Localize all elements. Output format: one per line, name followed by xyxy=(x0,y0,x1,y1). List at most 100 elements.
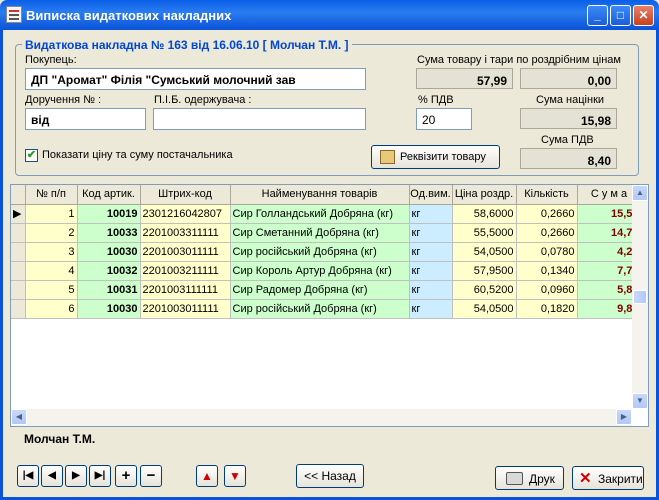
close-button[interactable]: ✕ Закрити xyxy=(572,466,644,490)
cell-code[interactable]: 10033 xyxy=(77,223,141,243)
cell-barcode[interactable]: 2201003211111 xyxy=(140,261,231,281)
add-record-button[interactable]: + xyxy=(115,465,137,487)
row-indicator xyxy=(11,299,26,319)
show-supplier-price-checkbox[interactable]: ✔ xyxy=(25,149,38,162)
table-row[interactable]: 6 10030 2201003011111 Сир російський Доб… xyxy=(11,299,642,319)
table-row[interactable]: 5 10031 2201003111111 Сир Радомер Добрян… xyxy=(11,280,642,300)
delete-record-button[interactable]: − xyxy=(140,465,162,487)
cell-num[interactable]: 3 xyxy=(25,242,78,262)
close-icon: ✕ xyxy=(638,8,649,22)
cell-price[interactable]: 60,5200 xyxy=(452,280,517,300)
cell-unit[interactable]: кг xyxy=(409,223,453,243)
cell-name[interactable]: Сир Радомер Добряна (кг) xyxy=(230,280,410,300)
next-record-button[interactable]: ▶ xyxy=(65,465,87,487)
cell-name[interactable]: Сир Голландський Добряна (кг) xyxy=(230,204,410,224)
table-row[interactable]: 2 10033 2201003311111 Сир Сметанний Добр… xyxy=(11,223,642,243)
last-record-button[interactable]: ▶| xyxy=(89,465,111,487)
scroll-up-icon[interactable]: ▲ xyxy=(632,185,648,201)
recipient-field[interactable] xyxy=(153,108,366,130)
cell-price[interactable]: 57,9500 xyxy=(452,261,517,281)
scroll-left-icon[interactable]: ◀ xyxy=(11,409,27,425)
move-up-button[interactable]: ▲ xyxy=(196,465,218,487)
cell-unit[interactable]: кг xyxy=(409,280,453,300)
first-record-button[interactable]: |◀ xyxy=(17,465,39,487)
col-header-price[interactable]: Ціна роздр. xyxy=(452,185,517,205)
cell-unit[interactable]: кг xyxy=(409,204,453,224)
cell-barcode[interactable]: 2301216042807 xyxy=(140,204,231,224)
table-row[interactable]: 4 10032 2201003211111 Сир Король Артур Д… xyxy=(11,261,642,281)
proxy-label: Доручення № : xyxy=(25,94,102,106)
requisites-button[interactable]: Реквізити товару xyxy=(371,145,500,169)
vat-sum-label: Сума ПДВ xyxy=(541,134,594,146)
cell-price[interactable]: 55,5000 xyxy=(452,223,517,243)
maximize-icon: □ xyxy=(616,8,625,22)
row-indicator xyxy=(11,242,26,262)
col-header-code[interactable]: Код артик. xyxy=(77,185,141,205)
print-button-label: Друк xyxy=(529,472,555,486)
cell-code[interactable]: 10032 xyxy=(77,261,141,281)
col-header-name[interactable]: Найменування товарів xyxy=(230,185,410,205)
close-window-button[interactable]: ✕ xyxy=(633,5,654,26)
vertical-scroll-thumb[interactable] xyxy=(633,290,647,304)
vat-pct-field[interactable]: 20 xyxy=(416,108,472,130)
cell-qty[interactable]: 0,1820 xyxy=(516,299,578,319)
sum-label: Сума товару і тари по роздрібним цінам xyxy=(417,54,621,66)
cell-unit[interactable]: кг xyxy=(409,261,453,281)
print-button[interactable]: Друк xyxy=(495,466,564,490)
scroll-right-icon[interactable]: ▶ xyxy=(616,409,632,425)
sum-goods-field: 57,99 xyxy=(416,68,513,89)
maximize-button[interactable]: □ xyxy=(610,5,631,26)
cell-code[interactable]: 10030 xyxy=(77,299,141,319)
cell-code[interactable]: 10019 xyxy=(77,204,141,224)
cell-barcode[interactable]: 2201003011111 xyxy=(140,299,231,319)
arrow-up-icon: ▲ xyxy=(201,469,213,483)
current-row-indicator: ▶ xyxy=(11,204,26,224)
cell-barcode[interactable]: 2201003111111 xyxy=(140,280,231,300)
cell-unit[interactable]: кг xyxy=(409,242,453,262)
scroll-down-icon[interactable]: ▼ xyxy=(632,393,648,409)
row-indicator xyxy=(11,261,26,281)
cell-name[interactable]: Сир Король Артур Добряна (кг) xyxy=(230,261,410,281)
cell-qty[interactable]: 0,1340 xyxy=(516,261,578,281)
cell-price[interactable]: 54,0500 xyxy=(452,242,517,262)
row-indicator xyxy=(11,280,26,300)
last-icon: ▶| xyxy=(94,470,106,481)
cell-num[interactable]: 4 xyxy=(25,261,78,281)
window-title: Виписка видаткових накладних xyxy=(26,8,232,23)
col-header-qty[interactable]: Кількість xyxy=(516,185,578,205)
col-header-barcode[interactable]: Штрих-код xyxy=(140,185,231,205)
prev-record-button[interactable]: ◀ xyxy=(41,465,63,487)
cell-unit[interactable]: кг xyxy=(409,299,453,319)
goods-grid[interactable]: № п/п Код артик. Штрих-код Найменування … xyxy=(10,184,649,427)
cell-num[interactable]: 6 xyxy=(25,299,78,319)
proxy-field[interactable]: від xyxy=(25,108,146,130)
title-bar[interactable]: Виписка видаткових накладних xyxy=(0,0,659,30)
cell-num[interactable]: 1 xyxy=(25,204,78,224)
cell-name[interactable]: Сир російський Добряна (кг) xyxy=(230,242,410,262)
table-row[interactable]: ▶ 1 10019 2301216042807 Сир Голландський… xyxy=(11,204,642,224)
cell-price[interactable]: 58,6000 xyxy=(452,204,517,224)
cell-qty[interactable]: 0,0960 xyxy=(516,280,578,300)
horizontal-scrollbar[interactable]: ◀ ▶ xyxy=(11,409,632,426)
cell-name[interactable]: Сир російський Добряна (кг) xyxy=(230,299,410,319)
cell-name[interactable]: Сир Сметанний Добряна (кг) xyxy=(230,223,410,243)
cell-code[interactable]: 10030 xyxy=(77,242,141,262)
move-down-button[interactable]: ▼ xyxy=(224,465,246,487)
cell-barcode[interactable]: 2201003011111 xyxy=(140,242,231,262)
cell-code[interactable]: 10031 xyxy=(77,280,141,300)
buyer-field[interactable]: ДП "Аромат" Філія "Сумський молочний зав xyxy=(25,68,366,90)
table-row[interactable]: 3 10030 2201003011111 Сир російський Доб… xyxy=(11,242,642,262)
app-icon xyxy=(6,6,22,23)
cell-num[interactable]: 5 xyxy=(25,280,78,300)
show-supplier-price-label[interactable]: Показати ціну та суму постачальника xyxy=(42,149,233,161)
col-header-unit[interactable]: Од.вим. xyxy=(409,185,453,205)
col-header-num[interactable]: № п/п xyxy=(25,185,78,205)
minimize-button[interactable]: _ xyxy=(587,5,608,26)
cell-qty[interactable]: 0,0780 xyxy=(516,242,578,262)
cell-price[interactable]: 54,0500 xyxy=(452,299,517,319)
cell-qty[interactable]: 0,2660 xyxy=(516,223,578,243)
back-button[interactable]: << Назад xyxy=(296,464,364,488)
cell-barcode[interactable]: 2201003311111 xyxy=(140,223,231,243)
cell-num[interactable]: 2 xyxy=(25,223,78,243)
cell-qty[interactable]: 0,2660 xyxy=(516,204,578,224)
